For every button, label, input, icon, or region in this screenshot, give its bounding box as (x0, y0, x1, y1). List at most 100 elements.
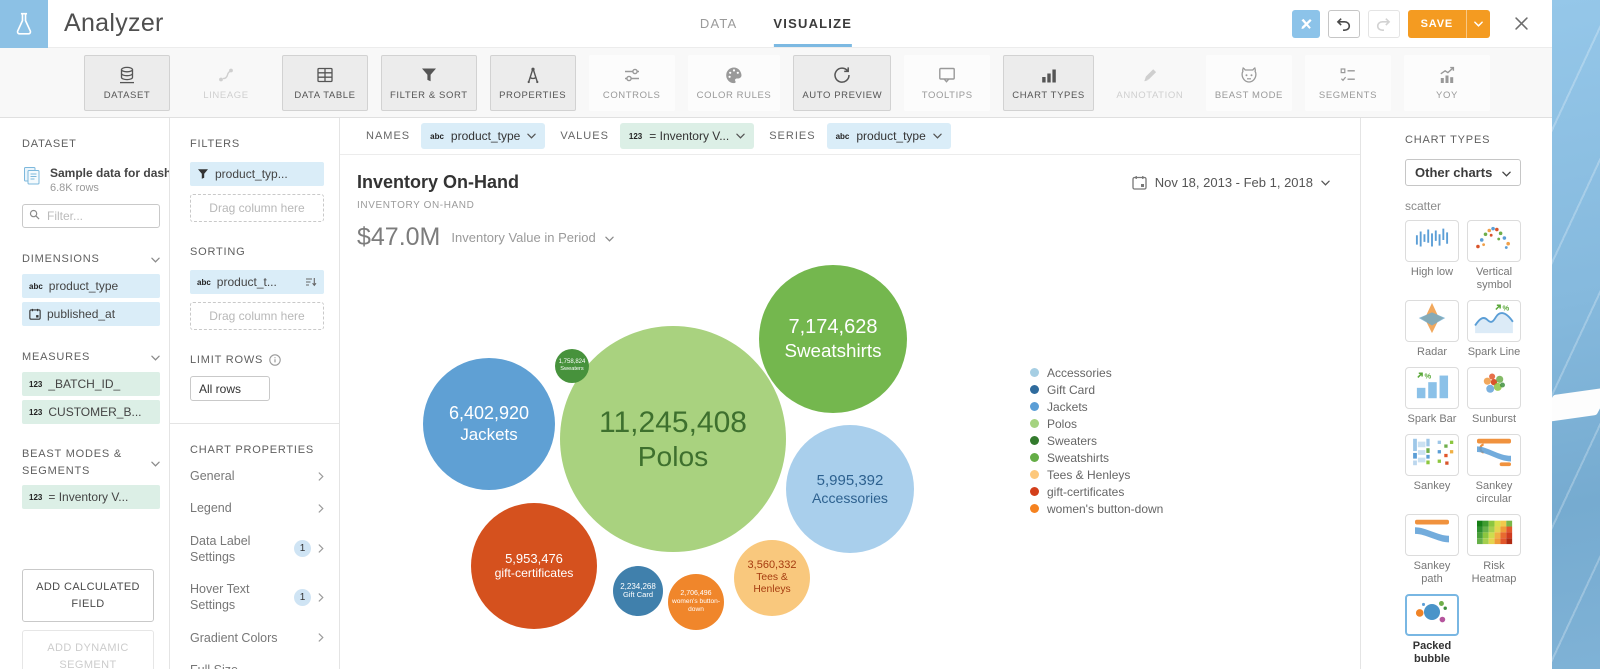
add-calculated-field-button[interactable]: ADD CALCULATED FIELD (22, 569, 154, 622)
svg-text:%: % (1503, 304, 1510, 313)
save-button[interactable]: SAVE (1408, 10, 1466, 38)
legend-item-sweatshirts[interactable]: Sweatshirts (1030, 449, 1163, 466)
filter-drop-zone[interactable]: Drag column here (190, 194, 324, 222)
field-filter-input[interactable] (45, 208, 153, 224)
toolbar-beast-mode-button[interactable]: BEAST MODE (1206, 55, 1292, 111)
sorting-drop-zone[interactable]: Drag column here (190, 302, 324, 330)
chevron-right-icon (318, 472, 324, 481)
chart-type-radar[interactable]: Radar (1405, 300, 1459, 359)
redo-button[interactable] (1368, 10, 1400, 38)
chart-title-block: Inventory On-Hand INVENTORY ON-HAND (357, 172, 519, 211)
legend-item-gift-certificates[interactable]: gift-certificates (1030, 483, 1163, 500)
bubble-polos[interactable]: 11,245,408 Polos (560, 326, 786, 552)
field-chip-product-type[interactable]: abcproduct_type (22, 274, 160, 298)
toolbar-segments-button[interactable]: SEGMENTS (1305, 55, 1391, 111)
chart-type-sankey[interactable]: Sankey (1405, 434, 1459, 506)
chart-type-sankey-circular[interactable]: Sankey circular (1467, 434, 1521, 506)
toolbar-tooltips-button[interactable]: TOOLTIPS (904, 55, 990, 111)
chart-type-spark-bar[interactable]: % Spark Bar (1405, 367, 1459, 426)
legend-item-sweaters[interactable]: Sweaters (1030, 432, 1163, 449)
chevron-down-icon (151, 250, 160, 268)
chart-type-risk-heatmap[interactable]: Risk Heatmap (1467, 514, 1521, 586)
tab-visualize[interactable]: VISUALIZE (773, 0, 852, 47)
summary-metric-selector[interactable]: Inventory Value in Period (451, 230, 613, 245)
bubble-tees-henleys[interactable]: 3,560,332 Tees & Henleys (734, 540, 810, 616)
field-chip-batch-id[interactable]: 123_BATCH_ID_ (22, 372, 160, 396)
save-options-button[interactable] (1466, 10, 1490, 38)
field-wells: NAMES abc product_type VALUES 123 = Inve… (340, 118, 1360, 155)
chart-type-sunburst[interactable]: Sunburst (1467, 367, 1521, 426)
properties-icon (523, 65, 543, 85)
field-chip-inventory-v[interactable]: 123= Inventory V... (22, 485, 160, 509)
sorting-chip-product-t[interactable]: abcproduct_t... (190, 270, 324, 294)
toolbar-data-table-button[interactable]: DATA TABLE (282, 55, 368, 111)
bubble-jackets[interactable]: 6,402,920 Jackets (423, 358, 555, 490)
bubble-accessories[interactable]: 5,995,392 Accessories (786, 425, 914, 553)
toolbar-yoy-button[interactable]: YOY (1404, 55, 1490, 111)
tools-button[interactable] (1292, 10, 1320, 38)
date-range-picker[interactable]: Nov 18, 2013 - Feb 1, 2018 (1132, 175, 1330, 190)
legend-swatch (1030, 385, 1039, 394)
legend-item-women-s-button-down[interactable]: women's button-down (1030, 500, 1163, 517)
well-values-field[interactable]: 123 = Inventory V... (620, 123, 754, 149)
toolbar-color-rules-button[interactable]: COLOR RULES (688, 55, 781, 111)
chart-type-spark-line[interactable]: % Spark Line (1467, 300, 1521, 359)
legend-item-tees-henleys[interactable]: Tees & Henleys (1030, 466, 1163, 483)
bubble-gift-card[interactable]: 2,234,268 Gift Card (613, 566, 663, 616)
bubble-gift-certificates[interactable]: 5,953,476 gift-certificates (471, 503, 597, 629)
chart-types-section-label: scatter (1405, 199, 1552, 213)
toolbar-filter-sort-button[interactable]: FILTER & SORT (381, 55, 477, 111)
chart-types-panel: CHART TYPES Other charts scatter High lo… (1360, 118, 1552, 669)
sort-icon (305, 277, 317, 287)
filter-chip-product-typ[interactable]: product_typ... (190, 162, 324, 186)
chevron-down-icon (1321, 180, 1330, 186)
section-header-dimensions[interactable]: DIMENSIONS (22, 250, 160, 268)
well-names-field[interactable]: abc product_type (421, 123, 545, 149)
chart-type-packed-bubble[interactable]: Packed bubble (1405, 594, 1459, 666)
toolbar-chart-types-button[interactable]: CHART TYPES (1003, 55, 1094, 111)
bubble-women-s-button-down[interactable]: 2,706,496 women's button-down (668, 574, 724, 630)
chart-property-legend[interactable]: Legend (190, 492, 324, 524)
chart-type-vertical-symbol[interactable]: Vertical symbol (1467, 220, 1521, 292)
chart-property-data-label-settings[interactable]: Data Label Settings 1 (190, 525, 324, 574)
data-table-icon (315, 65, 335, 85)
chart-property-hover-text-settings[interactable]: Hover Text Settings 1 (190, 573, 324, 622)
toolbar-properties-button[interactable]: PROPERTIES (490, 55, 576, 111)
legend-swatch (1030, 368, 1039, 377)
bubble-sweatshirts[interactable]: 7,174,628 Sweatshirts (759, 265, 907, 413)
tab-data[interactable]: DATA (700, 0, 738, 47)
close-button[interactable] (1506, 9, 1536, 39)
field-chip-customer-b[interactable]: 123CUSTOMER_B... (22, 400, 160, 424)
date-range-value: Nov 18, 2013 - Feb 1, 2018 (1155, 175, 1313, 190)
chart-properties-header: CHART PROPERTIES (190, 444, 323, 456)
add-dynamic-segment-button[interactable]: ADD DYNAMIC SEGMENT (22, 630, 154, 669)
chart-category-dropdown[interactable]: Other charts (1405, 159, 1521, 186)
legend-item-jackets[interactable]: Jackets (1030, 398, 1163, 415)
filter-sort-icon (419, 65, 439, 85)
filters-header: FILTERS (190, 138, 323, 150)
dataset-info[interactable]: Sample data for dashboa 6.8K rows (22, 166, 161, 194)
section-header-beast-modes-segments[interactable]: BEAST MODES & SEGMENTS (22, 446, 160, 479)
info-icon[interactable] (269, 354, 281, 366)
legend-item-gift-card[interactable]: Gift Card (1030, 381, 1163, 398)
chart-types-icon (1039, 65, 1059, 85)
toolbar-controls-button[interactable]: CONTROLS (589, 55, 675, 111)
limit-rows-value[interactable]: All rows (190, 376, 270, 401)
section-header-measures[interactable]: MEASURES (22, 348, 160, 366)
paper-plane-shape (1552, 387, 1600, 423)
chart-property-gradient-colors[interactable]: Gradient Colors (190, 622, 324, 654)
legend-item-polos[interactable]: Polos (1030, 415, 1163, 432)
legend-item-accessories[interactable]: Accessories (1030, 364, 1163, 381)
toolbar-dataset-button[interactable]: DATASET (84, 55, 170, 111)
123-tag: 123 (29, 493, 42, 502)
undo-button[interactable] (1328, 10, 1360, 38)
bubble-sweaters[interactable]: 1,758,824 Sweaters (555, 349, 589, 383)
chart-property-full-size-settings[interactable]: Full Size Settings (190, 654, 324, 669)
field-chip-published-at[interactable]: published_at (22, 302, 160, 326)
toolbar-auto-preview-button[interactable]: AUTO PREVIEW (793, 55, 891, 111)
chart-type-high-low[interactable]: High low (1405, 220, 1459, 292)
well-series-field[interactable]: abc product_type (827, 123, 951, 149)
chevron-right-icon (318, 593, 324, 602)
chart-type-sankey-path[interactable]: Sankey path (1405, 514, 1459, 586)
chart-property-general[interactable]: General (190, 460, 324, 492)
